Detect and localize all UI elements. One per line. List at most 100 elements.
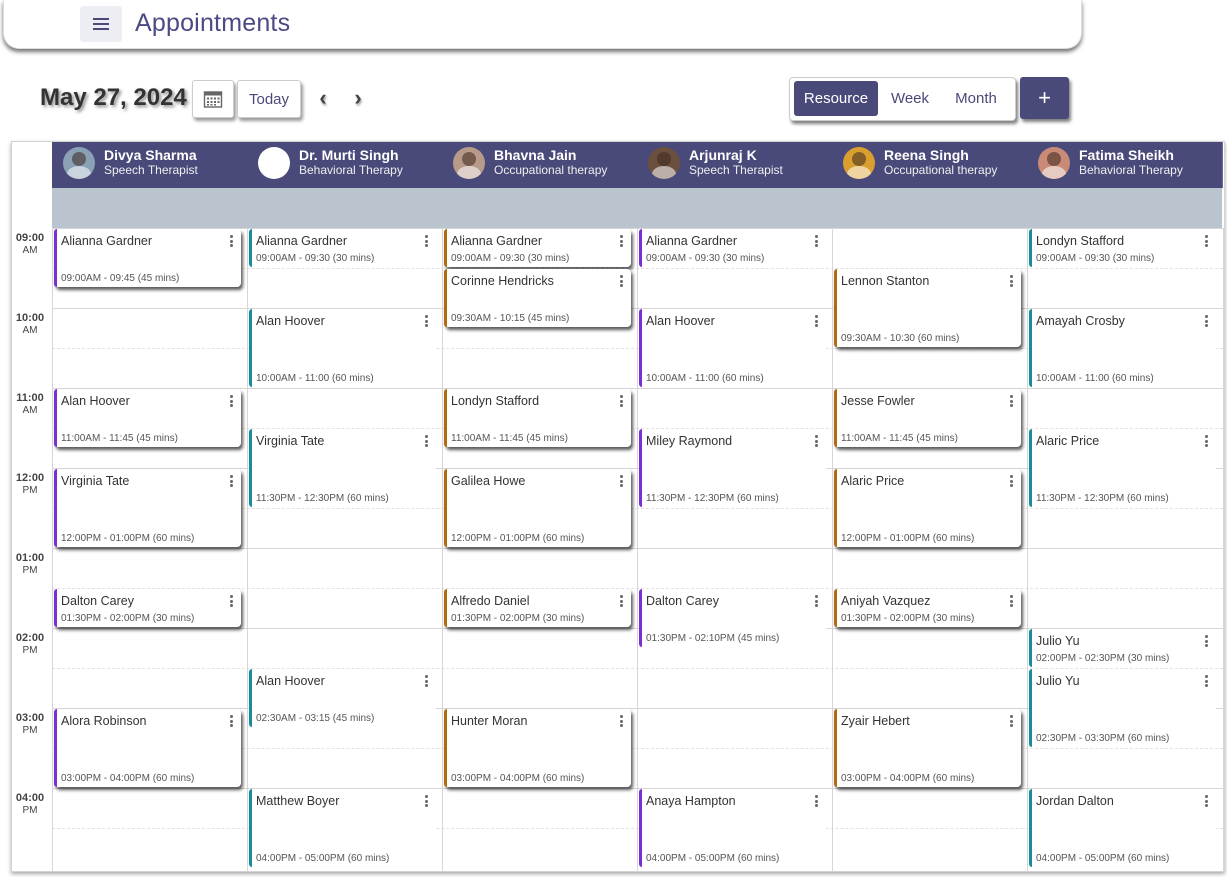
appointment-time: 09:00AM - 09:45 (45 mins) bbox=[61, 273, 180, 284]
view-week-button[interactable]: Week bbox=[882, 81, 938, 116]
more-options-icon[interactable] bbox=[620, 235, 623, 247]
appointment-card[interactable]: Alianna Gardner 09:00AM - 09:30 (30 mins) bbox=[444, 229, 631, 267]
all-day-cell[interactable] bbox=[637, 188, 833, 228]
appointment-card[interactable]: Miley Raymond 11:30PM - 12:30PM (60 mins) bbox=[639, 429, 826, 507]
appointment-card[interactable]: Virginia Tate 11:30PM - 12:30PM (60 mins) bbox=[249, 429, 436, 507]
more-options-icon[interactable] bbox=[1205, 315, 1208, 327]
more-options-icon[interactable] bbox=[1205, 675, 1208, 687]
resource-header[interactable]: Reena Singh Occupational therapy bbox=[832, 142, 1028, 188]
more-options-icon[interactable] bbox=[620, 595, 623, 607]
more-options-icon[interactable] bbox=[1205, 235, 1208, 247]
appointment-card[interactable]: Jordan Dalton 04:00PM - 05:00PM (60 mins) bbox=[1029, 789, 1216, 867]
more-options-icon[interactable] bbox=[230, 235, 233, 247]
appointment-card[interactable]: Anaya Hampton 04:00PM - 05:00PM (60 mins) bbox=[639, 789, 826, 867]
resource-header[interactable]: Bhavna Jain Occupational therapy bbox=[442, 142, 638, 188]
resource-role: Behavioral Therapy bbox=[1079, 163, 1183, 177]
more-options-icon[interactable] bbox=[230, 475, 233, 487]
date-picker-button[interactable] bbox=[192, 80, 234, 118]
appointment-card[interactable]: Alan Hoover 10:00AM - 11:00 (60 mins) bbox=[249, 309, 436, 387]
more-options-icon[interactable] bbox=[620, 395, 623, 407]
appointment-card[interactable]: Matthew Boyer 04:00PM - 05:00PM (60 mins) bbox=[249, 789, 436, 867]
appointment-card[interactable]: Galilea Howe 12:00PM - 01:00PM (60 mins) bbox=[444, 469, 631, 547]
appointment-card[interactable]: Londyn Stafford 09:00AM - 09:30 (30 mins) bbox=[1029, 229, 1216, 267]
appointment-card[interactable]: Alaric Price 11:30PM - 12:30PM (60 mins) bbox=[1029, 429, 1216, 507]
all-day-cell[interactable] bbox=[1027, 188, 1223, 228]
appointment-card[interactable]: Julio Yu 02:30PM - 03:30PM (60 mins) bbox=[1029, 669, 1216, 747]
more-options-icon[interactable] bbox=[815, 595, 818, 607]
appointment-card[interactable]: Lennon Stanton 09:30AM - 10:30 (60 mins) bbox=[834, 269, 1021, 347]
appointment-card[interactable]: Alfredo Daniel 01:30PM - 02:00PM (30 mins… bbox=[444, 589, 631, 627]
more-options-icon[interactable] bbox=[230, 715, 233, 727]
more-options-icon[interactable] bbox=[815, 435, 818, 447]
more-options-icon[interactable] bbox=[425, 435, 428, 447]
more-options-icon[interactable] bbox=[815, 235, 818, 247]
more-options-icon[interactable] bbox=[620, 275, 623, 287]
appointment-card[interactable]: Amayah Crosby 10:00AM - 11:00 (60 mins) bbox=[1029, 309, 1216, 387]
resource-header[interactable]: Fatima Sheikh Behavioral Therapy bbox=[1027, 142, 1223, 188]
view-month-button[interactable]: Month bbox=[942, 81, 1010, 116]
appointment-card[interactable]: Alan Hoover 10:00AM - 11:00 (60 mins) bbox=[639, 309, 826, 387]
appointment-card[interactable]: Alora Robinson 03:00PM - 04:00PM (60 mins… bbox=[54, 709, 241, 787]
appointment-card[interactable]: Jesse Fowler 11:00AM - 11:45 (45 mins) bbox=[834, 389, 1021, 447]
more-options-icon[interactable] bbox=[425, 235, 428, 247]
appointment-card[interactable]: Corinne Hendricks 09:30AM - 10:15 (45 min… bbox=[444, 269, 631, 327]
resource-name: Reena Singh bbox=[884, 147, 969, 163]
appointment-color-bar bbox=[54, 469, 57, 547]
patient-name: Alianna Gardner bbox=[646, 234, 738, 248]
appointment-card[interactable]: Julio Yu 02:00PM - 02:30PM (30 mins) bbox=[1029, 629, 1216, 667]
more-options-icon[interactable] bbox=[1205, 435, 1208, 447]
page-title: Appointments bbox=[135, 9, 291, 37]
appointment-card[interactable]: Alan Hoover 11:00AM - 11:45 (45 mins) bbox=[54, 389, 241, 447]
appointment-card[interactable]: Dalton Carey 01:30PM - 02:00PM (30 mins) bbox=[54, 589, 241, 627]
resource-header[interactable]: Arjunraj K Speech Therapist bbox=[637, 142, 833, 188]
view-resource-button[interactable]: Resource bbox=[794, 81, 878, 116]
resource-name: Fatima Sheikh bbox=[1079, 147, 1174, 163]
more-options-icon[interactable] bbox=[1205, 795, 1208, 807]
appointment-card[interactable]: Alianna Gardner 09:00AM - 09:30 (30 mins) bbox=[249, 229, 436, 267]
appointment-card[interactable]: Zyair Hebert 03:00PM - 04:00PM (60 mins) bbox=[834, 709, 1021, 787]
patient-name: Alan Hoover bbox=[646, 314, 715, 328]
appointment-card[interactable]: Virginia Tate 12:00PM - 01:00PM (60 mins) bbox=[54, 469, 241, 547]
all-day-cell[interactable] bbox=[442, 188, 638, 228]
resource-header[interactable]: Dr. Murti Singh Behavioral Therapy bbox=[247, 142, 443, 188]
avatar bbox=[63, 147, 95, 179]
more-options-icon[interactable] bbox=[1010, 715, 1013, 727]
appointment-time: 02:00PM - 02:30PM (30 mins) bbox=[1036, 653, 1170, 664]
more-options-icon[interactable] bbox=[815, 315, 818, 327]
column-gridline bbox=[52, 228, 53, 871]
prev-chevron-icon[interactable]: ‹ bbox=[313, 85, 333, 110]
appointment-card[interactable]: Hunter Moran 03:00PM - 04:00PM (60 mins) bbox=[444, 709, 631, 787]
more-options-icon[interactable] bbox=[1010, 475, 1013, 487]
add-appointment-button[interactable]: + bbox=[1020, 77, 1069, 119]
appointment-card[interactable]: Dalton Carey 01:30PM - 02:10PM (45 mins) bbox=[639, 589, 826, 647]
more-options-icon[interactable] bbox=[1205, 635, 1208, 647]
more-options-icon[interactable] bbox=[230, 395, 233, 407]
more-options-icon[interactable] bbox=[425, 795, 428, 807]
all-day-cell[interactable] bbox=[52, 188, 248, 228]
appointment-card[interactable]: Alianna Gardner 09:00AM - 09:30 (30 mins) bbox=[639, 229, 826, 267]
next-chevron-icon[interactable]: › bbox=[348, 85, 368, 110]
more-options-icon[interactable] bbox=[425, 315, 428, 327]
more-options-icon[interactable] bbox=[815, 795, 818, 807]
appointment-card[interactable]: Alan Hoover 02:30AM - 03:15 (45 mins) bbox=[249, 669, 436, 727]
more-options-icon[interactable] bbox=[1010, 395, 1013, 407]
appointment-card[interactable]: Aniyah Vazquez 01:30PM - 02:00PM (30 mins… bbox=[834, 589, 1021, 627]
more-options-icon[interactable] bbox=[1010, 595, 1013, 607]
all-day-cell[interactable] bbox=[247, 188, 443, 228]
resource-header[interactable]: Divya Sharma Speech Therapist bbox=[52, 142, 248, 188]
more-options-icon[interactable] bbox=[1010, 275, 1013, 287]
patient-name: Zyair Hebert bbox=[841, 714, 910, 728]
more-options-icon[interactable] bbox=[620, 475, 623, 487]
hamburger-menu-icon[interactable] bbox=[80, 6, 122, 42]
more-options-icon[interactable] bbox=[230, 595, 233, 607]
avatar bbox=[843, 147, 875, 179]
more-options-icon[interactable] bbox=[620, 715, 623, 727]
time-slot-label: 12:00 PM bbox=[15, 472, 45, 496]
all-day-cell[interactable] bbox=[832, 188, 1028, 228]
column-gridline bbox=[442, 228, 443, 871]
appointment-card[interactable]: Alaric Price 12:00PM - 01:00PM (60 mins) bbox=[834, 469, 1021, 547]
today-button[interactable]: Today bbox=[237, 80, 301, 118]
more-options-icon[interactable] bbox=[425, 675, 428, 687]
appointment-card[interactable]: Londyn Stafford 11:00AM - 11:45 (45 mins) bbox=[444, 389, 631, 447]
appointment-card[interactable]: Alianna Gardner 09:00AM - 09:45 (45 mins) bbox=[54, 229, 241, 287]
